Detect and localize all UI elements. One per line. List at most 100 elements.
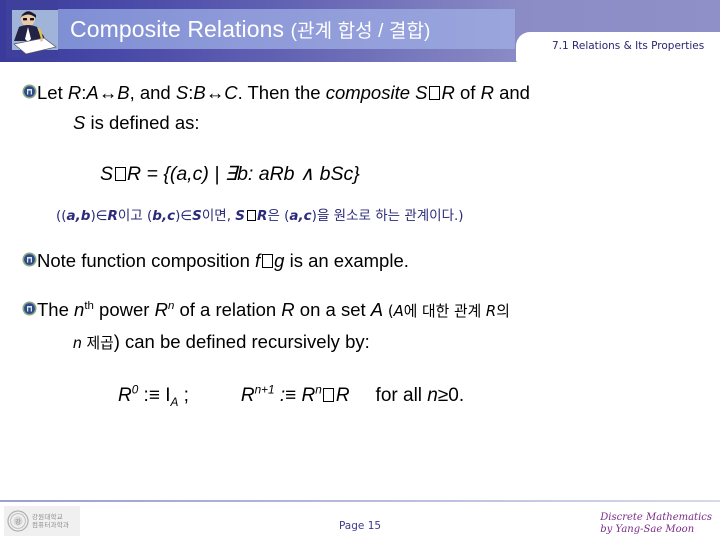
txt: is defined as: [85, 112, 200, 133]
txt: 이면, [201, 208, 236, 224]
bullet-1-line-1: Let R:A↔B, and S:B↔C. Then the composite… [37, 78, 697, 108]
txt: C [224, 82, 238, 103]
page-title: Composite Relations (관계 합성 / 결합) [70, 13, 520, 48]
txt: n [74, 299, 85, 320]
bullet-3-line-2: n 제곱) can be defined recursively by: [73, 327, 510, 359]
txt: n [315, 383, 322, 397]
bullet-1-line-2: S is defined as: [73, 108, 720, 138]
page-title-ko: (관계 합성 / 결합) [290, 21, 431, 42]
txt: R [441, 82, 455, 103]
txt: power [93, 299, 155, 320]
txt: ↔ [205, 82, 225, 103]
txt: . Then the [237, 82, 326, 103]
txt: :≡ R [274, 385, 316, 406]
emblem-bullet-icon [22, 301, 37, 316]
emphasis-composite: composite [325, 82, 411, 103]
txt: for all [375, 385, 428, 406]
txt: g [274, 250, 285, 271]
txt: n [427, 385, 438, 406]
missing-glyph-box-icon [429, 86, 440, 100]
txt: The [37, 299, 75, 320]
txt: f [255, 250, 261, 271]
txt: A [370, 299, 384, 320]
txt: (( [56, 208, 67, 224]
txt: R [154, 299, 168, 320]
txt: 의 [496, 303, 510, 320]
slide: Composite Relations (관계 합성 / 결합) 7.1 Rel… [0, 0, 720, 540]
txt: Note function composition [37, 250, 256, 271]
txt: )∈ [90, 208, 108, 224]
txt: R [281, 299, 295, 320]
credit-line-1: Discrete Mathematics [600, 512, 712, 523]
txt: A [86, 82, 99, 103]
korean-annotation-composite: ((a,b)∈R이고 (b,c)∈S이면, S R은 (a,c)을 원소로 하는 … [56, 204, 464, 224]
missing-glyph-box-icon [261, 254, 273, 268]
txt: n [73, 335, 82, 352]
footer-divider [0, 500, 720, 502]
txt: a,b [66, 208, 91, 224]
txt: A [393, 303, 404, 320]
txt: , and [129, 82, 176, 103]
txt: can be defined recursively by: [119, 331, 370, 352]
txt: B [117, 82, 130, 103]
txt: R [240, 385, 255, 406]
txt: ( [383, 303, 394, 320]
txt: on a set [294, 299, 371, 320]
txt: b,c [152, 208, 176, 224]
txt: of [454, 82, 481, 103]
txt: S [415, 82, 428, 103]
txt: 에 대한 관계 [403, 303, 486, 320]
slide-content: Let R:A↔B, and S:B↔C. Then the composite… [0, 62, 720, 492]
missing-glyph-box-icon [323, 388, 335, 402]
bullet-item-composite-definition: Let R:A↔B, and S:B↔C. Then the composite… [22, 78, 712, 138]
txt: R [480, 82, 494, 103]
txt: )∈ [175, 208, 193, 224]
txt: n+1 [254, 383, 275, 397]
emblem-bullet-icon [22, 84, 37, 99]
page-title-en: Composite Relations [70, 16, 285, 42]
txt: R [257, 208, 268, 224]
txt: Let [37, 82, 68, 103]
bullet-3-line-1: The nth power Rn of a relation R on a se… [37, 295, 510, 327]
txt: = {(a,c) | ∃b: aRb ∧ bSc} [141, 163, 360, 185]
txt: ≥0. [437, 385, 465, 406]
txt: ; [178, 385, 189, 406]
txt: 은 ( [267, 208, 290, 224]
bullet-2-text: Note function composition fg is an examp… [37, 246, 409, 276]
bullet-item-nth-power: The nth power Rn of a relation R on a se… [22, 295, 720, 359]
txt: S [175, 82, 189, 103]
txt: R [67, 82, 82, 103]
course-credit: Discrete Mathematics by Yang-Sae Moon [600, 512, 712, 536]
txt: of a relation [174, 299, 282, 320]
txt: S [192, 208, 202, 224]
person-writing-icon [6, 0, 58, 58]
credit-line-2: by Yang-Sae Moon [600, 524, 695, 535]
emblem-bullet-icon [22, 252, 37, 267]
txt: S [73, 112, 86, 133]
slide-header: Composite Relations (관계 합성 / 결합) 7.1 Rel… [0, 0, 720, 62]
txt: R [118, 385, 132, 406]
txt: B [193, 82, 206, 103]
missing-glyph-box-icon [246, 210, 256, 221]
txt: is an example. [284, 250, 409, 271]
txt: th [84, 299, 94, 312]
txt: R [127, 163, 142, 185]
txt: 제곱 [81, 335, 114, 352]
formula-composite-set-builder: SR = {(a,c) | ∃b: aRb ∧ bSc} [100, 162, 360, 186]
txt: :≡ I [138, 385, 171, 406]
txt: R [485, 303, 497, 320]
slide-footer: 강 강원대학교 컴퓨터과학과 Page 15 Discrete Mathemat… [0, 500, 720, 540]
bullet-item-function-composition: Note function composition fg is an examp… [22, 246, 712, 276]
txt: ↔ [98, 82, 118, 103]
txt: and [493, 82, 530, 103]
txt: S [100, 163, 114, 185]
txt: a,c [289, 208, 312, 224]
txt: )을 원소로 하는 관계이다.) [311, 208, 464, 224]
txt: R [107, 208, 118, 224]
txt: S [235, 208, 246, 224]
chapter-label: 7.1 Relations & Its Properties [552, 40, 705, 52]
txt: R [335, 385, 350, 406]
txt: 이고 ( [117, 208, 153, 224]
missing-glyph-box-icon [114, 167, 126, 181]
formula-recursive-power: R0 :≡ IA ; Rn+1 :≡ Rn Rfor all n≥0. [118, 383, 465, 408]
